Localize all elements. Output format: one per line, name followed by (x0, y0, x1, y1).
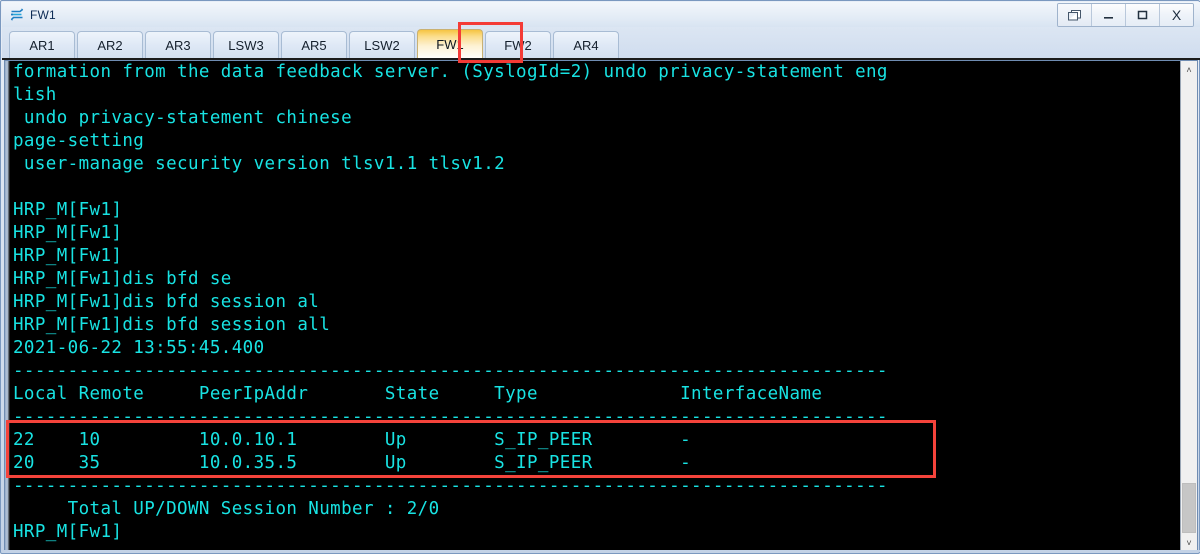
terminal-output: formation from the data feedback server.… (13, 61, 1163, 544)
maximize-button[interactable] (1126, 4, 1160, 26)
terminal-line: HRP_M[Fw1]dis bfd session al (13, 292, 320, 312)
terminal-line: HRP_M[Fw1] (13, 200, 123, 220)
router-device-icon (9, 7, 25, 23)
terminal-line: Local Remote PeerIpAddr State Type Inter… (13, 384, 823, 404)
terminal-console[interactable]: formation from the data feedback server.… (4, 60, 1198, 552)
terminal-line: HRP_M[Fw1] (13, 522, 123, 542)
terminal-line: page-setting (13, 131, 145, 151)
terminal-line: ----------------------------------------… (13, 476, 888, 496)
tab-label: AR3 (165, 38, 191, 53)
scroll-up-arrow-icon[interactable]: ˄ (1181, 61, 1197, 78)
tab-ar2[interactable]: AR2 (77, 31, 143, 59)
tab-ar4[interactable]: AR4 (553, 31, 619, 59)
terminal-line: ----------------------------------------… (13, 407, 888, 427)
tab-fw1[interactable]: FW1 (417, 29, 483, 59)
close-icon: X (1171, 7, 1182, 23)
terminal-line: 20 35 10.0.35.5 Up S_IP_PEER - (13, 453, 692, 473)
terminal-line: lish (13, 85, 57, 105)
scrollbar-thumb[interactable] (1182, 483, 1196, 533)
terminal-line: 2021-06-22 13:55:45.400 (13, 338, 265, 358)
tab-label: AR2 (97, 38, 123, 53)
minimize-button[interactable] (1092, 4, 1126, 26)
tab-label: AR5 (301, 38, 327, 53)
device-tab-strip: AR1 AR2 AR3 LSW3 AR5 LSW2 FW1 FW2 AR4 (2, 27, 1200, 60)
terminal-line: Total UP/DOWN Session Number : 2/0 (13, 499, 440, 519)
terminal-line: ----------------------------------------… (13, 361, 888, 381)
terminal-line: undo privacy-statement chinese (13, 108, 353, 128)
window-bottom-edge (2, 550, 1200, 552)
tab-list: AR1 AR2 AR3 LSW3 AR5 LSW2 FW1 FW2 AR4 (9, 29, 619, 59)
terminal-line: HRP_M[Fw1]dis bfd session all (13, 315, 331, 335)
terminal-line: formation from the data feedback server.… (13, 62, 888, 82)
tab-ar1[interactable]: AR1 (9, 31, 75, 59)
tab-label: LSW2 (364, 38, 400, 53)
terminal-line: user-manage security version tlsv1.1 tls… (13, 154, 506, 174)
application-window: FW1 X AR1 AR2 AR3 LSW3 AR5 LSW2 FW1 FW2 … (0, 0, 1200, 554)
scroll-down-arrow-icon[interactable]: ˅ (1181, 534, 1197, 551)
terminal-line: HRP_M[Fw1]dis bfd se (13, 269, 232, 289)
tab-label: FW2 (504, 38, 532, 53)
terminal-line: HRP_M[Fw1] (13, 246, 123, 266)
restore-button[interactable] (1058, 4, 1092, 26)
tab-label: FW1 (436, 37, 464, 52)
tab-ar3[interactable]: AR3 (145, 31, 211, 59)
close-button[interactable]: X (1160, 4, 1193, 26)
tab-label: LSW3 (228, 38, 264, 53)
terminal-left-bevel (5, 61, 10, 551)
tab-label: AR4 (573, 38, 599, 53)
window-controls: X (1057, 3, 1194, 27)
tab-lsw2[interactable]: LSW2 (349, 31, 415, 59)
tab-ar5[interactable]: AR5 (281, 31, 347, 59)
terminal-line: HRP_M[Fw1] (13, 223, 123, 243)
window-title: FW1 (30, 7, 56, 22)
tab-lsw3[interactable]: LSW3 (213, 31, 279, 59)
terminal-line: 22 10 10.0.10.1 Up S_IP_PEER - (13, 430, 692, 450)
title-bar: FW1 X (2, 2, 1200, 27)
tab-fw2[interactable]: FW2 (485, 31, 551, 59)
tab-label: AR1 (29, 38, 55, 53)
terminal-scrollbar[interactable]: ˄ ˅ (1180, 61, 1197, 551)
title-bar-left: FW1 (2, 7, 56, 23)
